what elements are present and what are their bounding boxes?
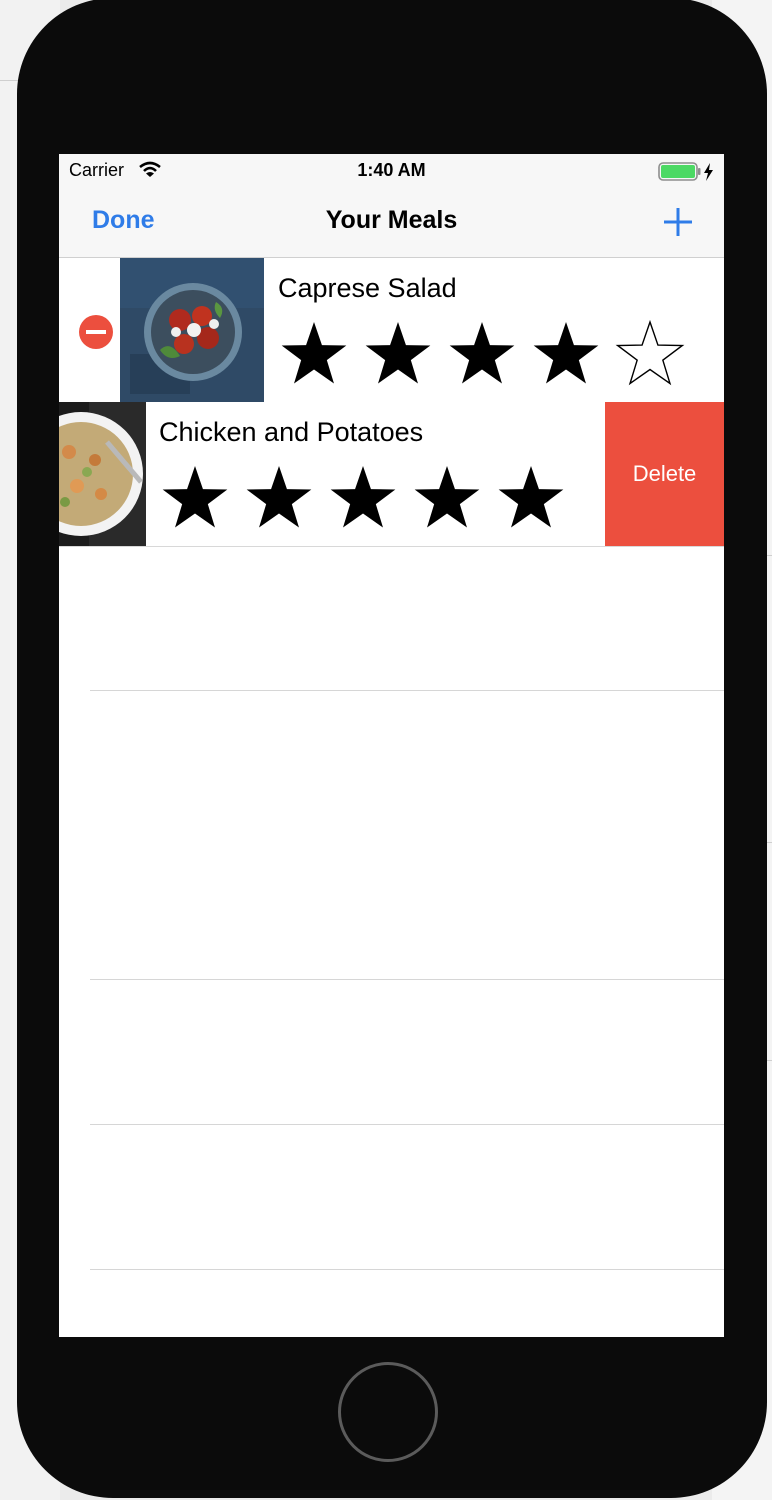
filled-star-icon[interactable] [327,462,399,534]
delete-circle-icon[interactable] [77,313,115,351]
clock-label: 1:40 AM [357,160,426,180]
status-bar: Carrier 1:40 AM [59,154,724,188]
meal-name: Caprese Salad [278,273,457,303]
filled-star-icon[interactable] [495,462,567,534]
filled-star-icon[interactable] [362,318,434,390]
app-screen: Carrier 1:40 AM Done Your Meals Caprese … [59,154,724,1337]
filled-star-icon[interactable] [530,318,602,390]
meal-photo [120,258,264,402]
filled-star-icon[interactable] [446,318,518,390]
delete-button[interactable]: Delete [605,402,724,546]
filled-star-icon[interactable] [243,462,315,534]
plus-icon[interactable] [659,203,697,241]
done-button[interactable]: Done [92,206,155,235]
row-separator [90,979,724,980]
navigation-bar: Done Your Meals [59,188,724,258]
table-row[interactable]: Caprese Salad [59,258,724,403]
empty-star-icon[interactable] [614,318,686,390]
meal-photo [59,402,146,546]
page-title: Your Meals [325,206,458,234]
meal-name: Chicken and Potatoes [159,417,424,447]
filled-star-icon[interactable] [411,462,483,534]
table-row[interactable]: Chicken and Potatoes Delete [59,402,724,547]
battery-charging-icon [658,162,713,181]
row-separator [90,1124,724,1125]
filled-star-icon[interactable] [278,318,350,390]
home-button[interactable] [338,1362,438,1462]
row-separator [90,690,724,691]
row-separator [90,1269,724,1270]
filled-star-icon[interactable] [159,462,231,534]
